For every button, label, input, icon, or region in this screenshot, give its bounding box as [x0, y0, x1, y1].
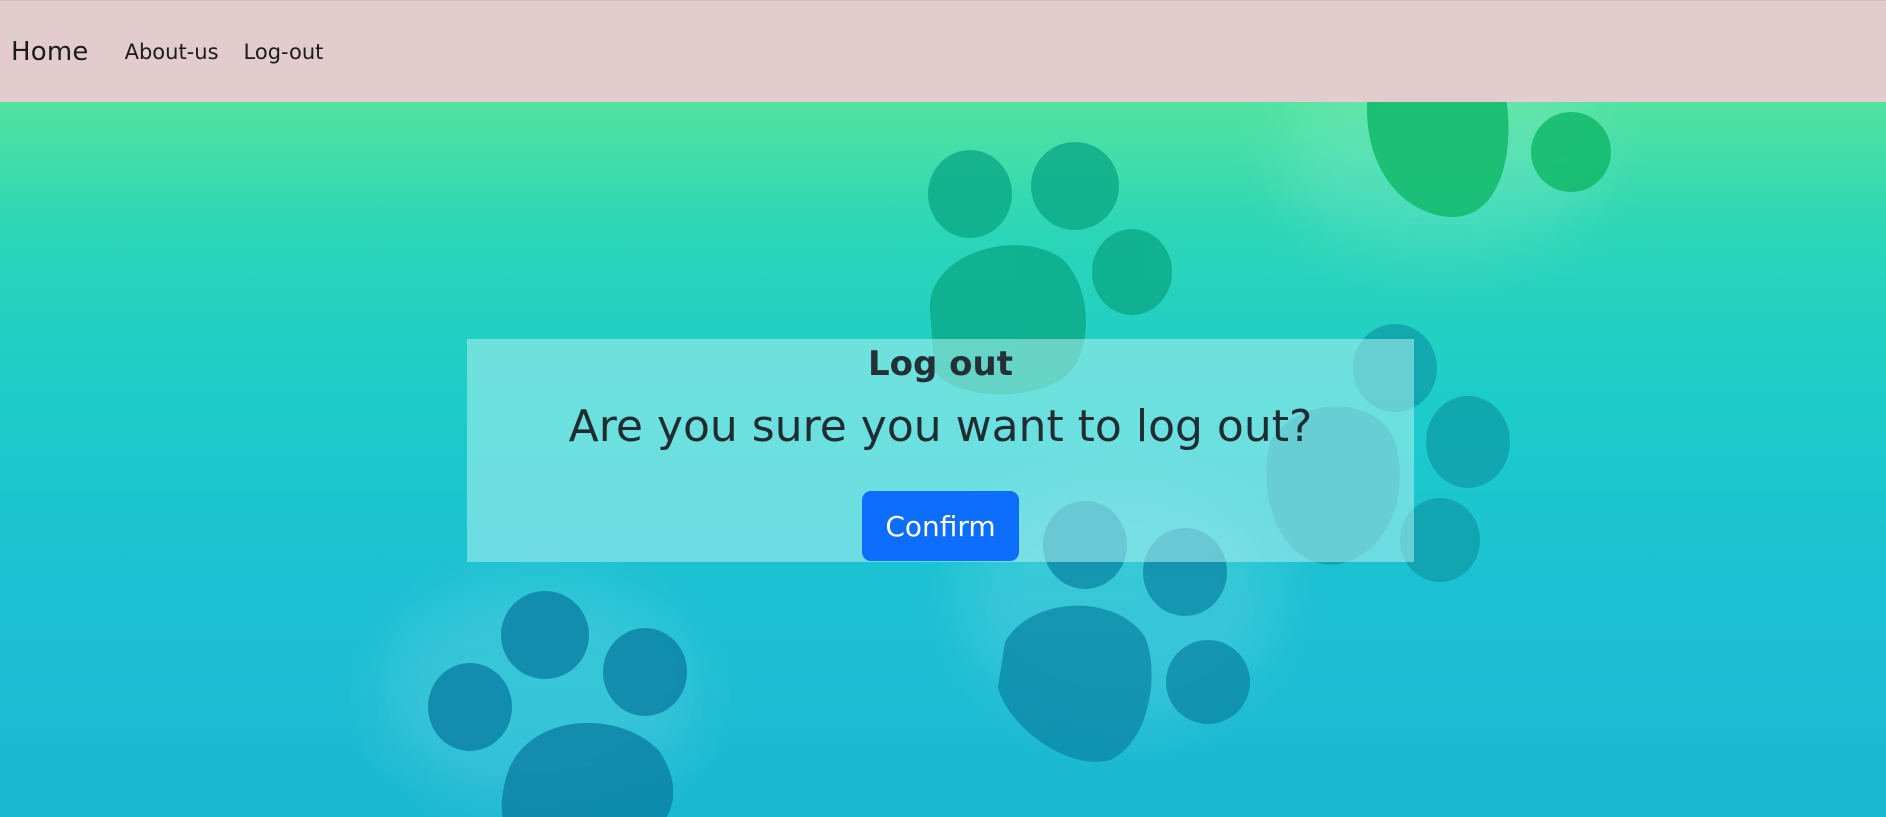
paw-print-icon — [428, 591, 687, 817]
top-navbar: Home About-us Log-out — [0, 0, 1886, 102]
log-out-link[interactable]: Log-out — [244, 40, 324, 64]
confirm-button[interactable]: Confirm — [862, 491, 1019, 561]
home-link[interactable]: Home — [11, 37, 89, 67]
dialog-message: Are you sure you want to log out? — [568, 401, 1313, 452]
dialog-title: Log out — [867, 344, 1013, 384]
paw-print-icon — [1367, 102, 1611, 217]
logout-dialog: Log out Are you sure you want to log out… — [467, 339, 1414, 562]
about-us-link[interactable]: About-us — [125, 40, 219, 64]
